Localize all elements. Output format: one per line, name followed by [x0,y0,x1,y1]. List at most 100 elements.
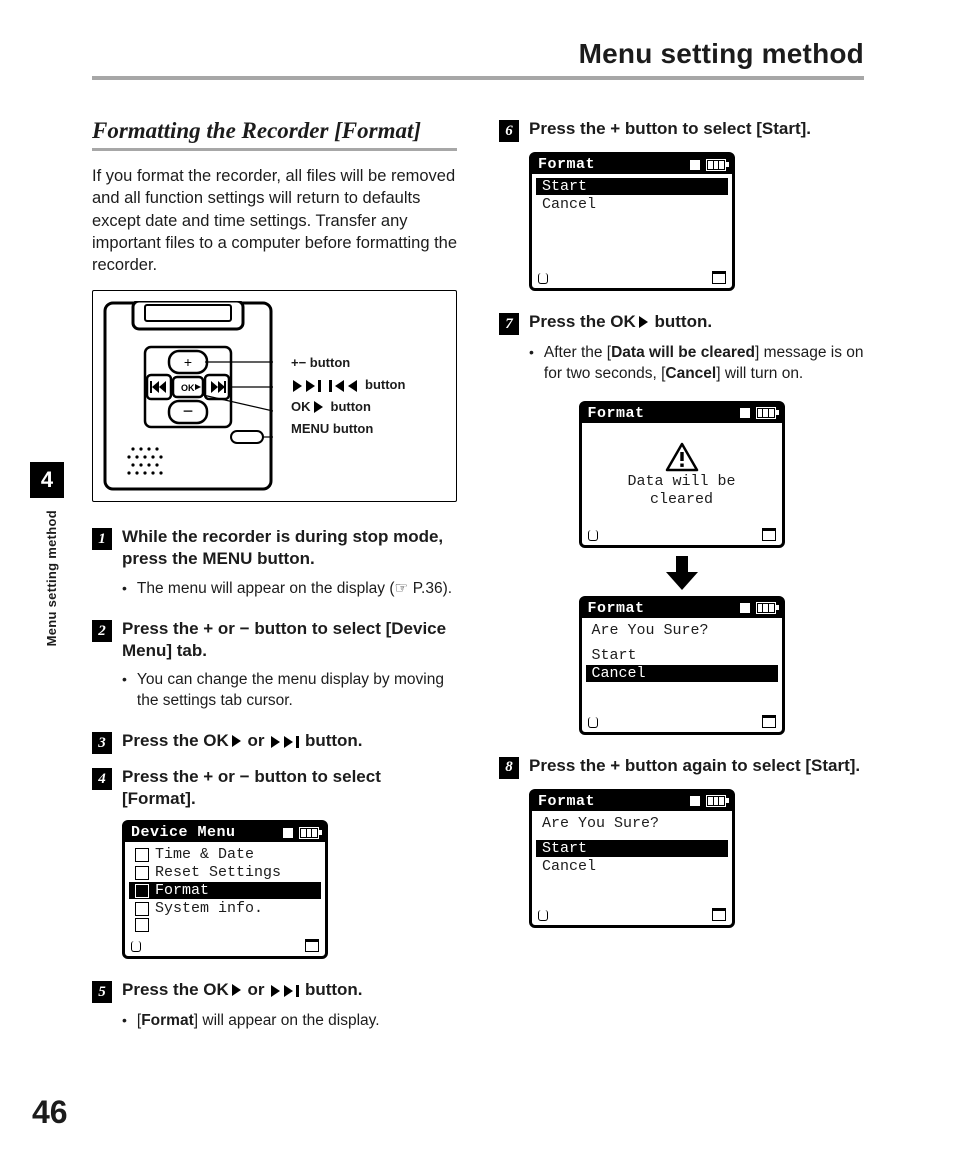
t: or [243,980,269,999]
ok-icon: OK [203,730,243,752]
section-title: Formatting the Recorder [Format] [92,118,457,144]
lcd-device-menu: Device Menu Time & Date Reset Settings F… [122,820,328,959]
lcd-sure-start: Format Are You Sure? Start Cancel [529,789,735,928]
fwd-icon [269,731,300,750]
folder-icon [762,528,776,541]
t: ] tab. [166,641,207,660]
step-badge: 4 [92,768,112,790]
intro-paragraph: If you format the recorder, all files wi… [92,165,457,276]
folder-icon [305,939,319,952]
t: + [203,767,213,786]
battery-icon [690,795,726,807]
t: Press the [122,619,203,638]
lcd-prompt: Are You Sure? [540,815,724,832]
t: button to select [ [250,619,392,638]
t: + [610,756,620,775]
square-icon [135,884,149,898]
folder-icon [712,271,726,284]
battery-icon [740,407,776,419]
section-underline [92,148,457,151]
t: − [240,619,250,638]
mic-icon [538,910,548,921]
step-badge: 2 [92,620,112,642]
t: ]. [185,789,195,808]
mic-icon [538,273,548,284]
ok-icon: OK [203,979,243,1001]
lcd-item: Cancel [540,196,724,213]
folder-icon [712,908,726,921]
legend-menu: MENU button [291,418,373,440]
step-badge: 6 [499,120,519,142]
lcd-item: Time & Date [155,846,254,863]
battery-icon [740,602,776,614]
t: button to select [ [620,119,762,138]
t: + [203,619,213,638]
step-2: 2 Press the + or − button to select [Dev… [92,618,457,662]
step-1-menu: MENU [202,549,252,568]
header-rule [92,76,864,80]
lcd-title: Format [588,600,645,617]
chapter-badge: 4 [30,462,64,498]
battery-icon [690,159,726,171]
lcd-item: Cancel [586,665,778,682]
step-6: 6 Press the + button to select [Start]. [499,118,864,142]
step-badge: 1 [92,528,112,550]
lcd-item: Start [590,647,774,664]
legend-skip: button [365,374,405,396]
step-1-tail: button. [252,549,314,568]
step-badge: 7 [499,313,519,335]
step-7-sub: After the [Data will be cleared] message… [529,343,864,385]
arrow-down-icon [499,556,864,592]
t: button. [650,312,712,331]
t: Press the [122,980,203,999]
step-4: 4 Press the + or − button to select [For… [92,766,457,810]
mic-icon [588,717,598,728]
t: button. [300,980,362,999]
svg-text:OK: OK [181,383,195,393]
device-legend: +− button button OK button MENU button [291,352,405,440]
recorder-drawing: + − [103,301,273,491]
lcd-title: Format [588,405,645,422]
lcd-format-start: Format Start Cancel [529,152,735,291]
t: or [213,767,239,786]
step-2-sub: You can change the menu display by movin… [122,670,457,712]
t: or [243,731,269,750]
lcd-item: Reset Settings [155,864,281,881]
t: − [240,767,250,786]
page-title: Menu setting method [92,38,864,76]
step-3: 3 Press the OK or button. [92,730,457,754]
ok-icon: OK [291,396,325,418]
folder-icon [762,715,776,728]
side-label: Menu setting method [44,510,59,646]
step-8: 8 Press the + button again to select [St… [499,755,864,779]
step-5-sub: [Format] will appear on the display. [122,1011,457,1033]
mic-icon [588,530,598,541]
mic-icon [131,941,141,952]
warning-icon [665,442,699,472]
lcd-item: System info. [155,900,263,917]
lcd-sure-cancel: Format Are You Sure? Start Cancel [579,596,785,735]
lcd-item: Format [155,882,209,899]
step-badge: 5 [92,981,112,1003]
lcd-item: Start [536,840,728,857]
t: Start [811,756,850,775]
t: ]. [801,119,811,138]
lcd-warning-line: cleared [650,491,713,508]
lcd-item: Cancel [540,858,724,875]
t: button. [300,731,362,750]
square-icon [135,866,149,880]
battery-icon [283,827,319,839]
fwd-icon [269,980,300,999]
svg-text:−: − [183,401,194,421]
step-1-sub: The menu will appear on the display (☞ P… [122,579,457,601]
t: Press the [529,756,610,775]
t: Press the [529,312,610,331]
step-badge: 3 [92,732,112,754]
t: Format [128,789,186,808]
lcd-title: Format [538,156,595,173]
lcd-title: Format [538,793,595,810]
legend-plusminus: +− button [291,352,350,374]
device-illustration: + − [92,290,457,502]
lcd-title: Device Menu [131,824,236,841]
step-1: 1 While the recorder is during stop mode… [92,526,457,570]
